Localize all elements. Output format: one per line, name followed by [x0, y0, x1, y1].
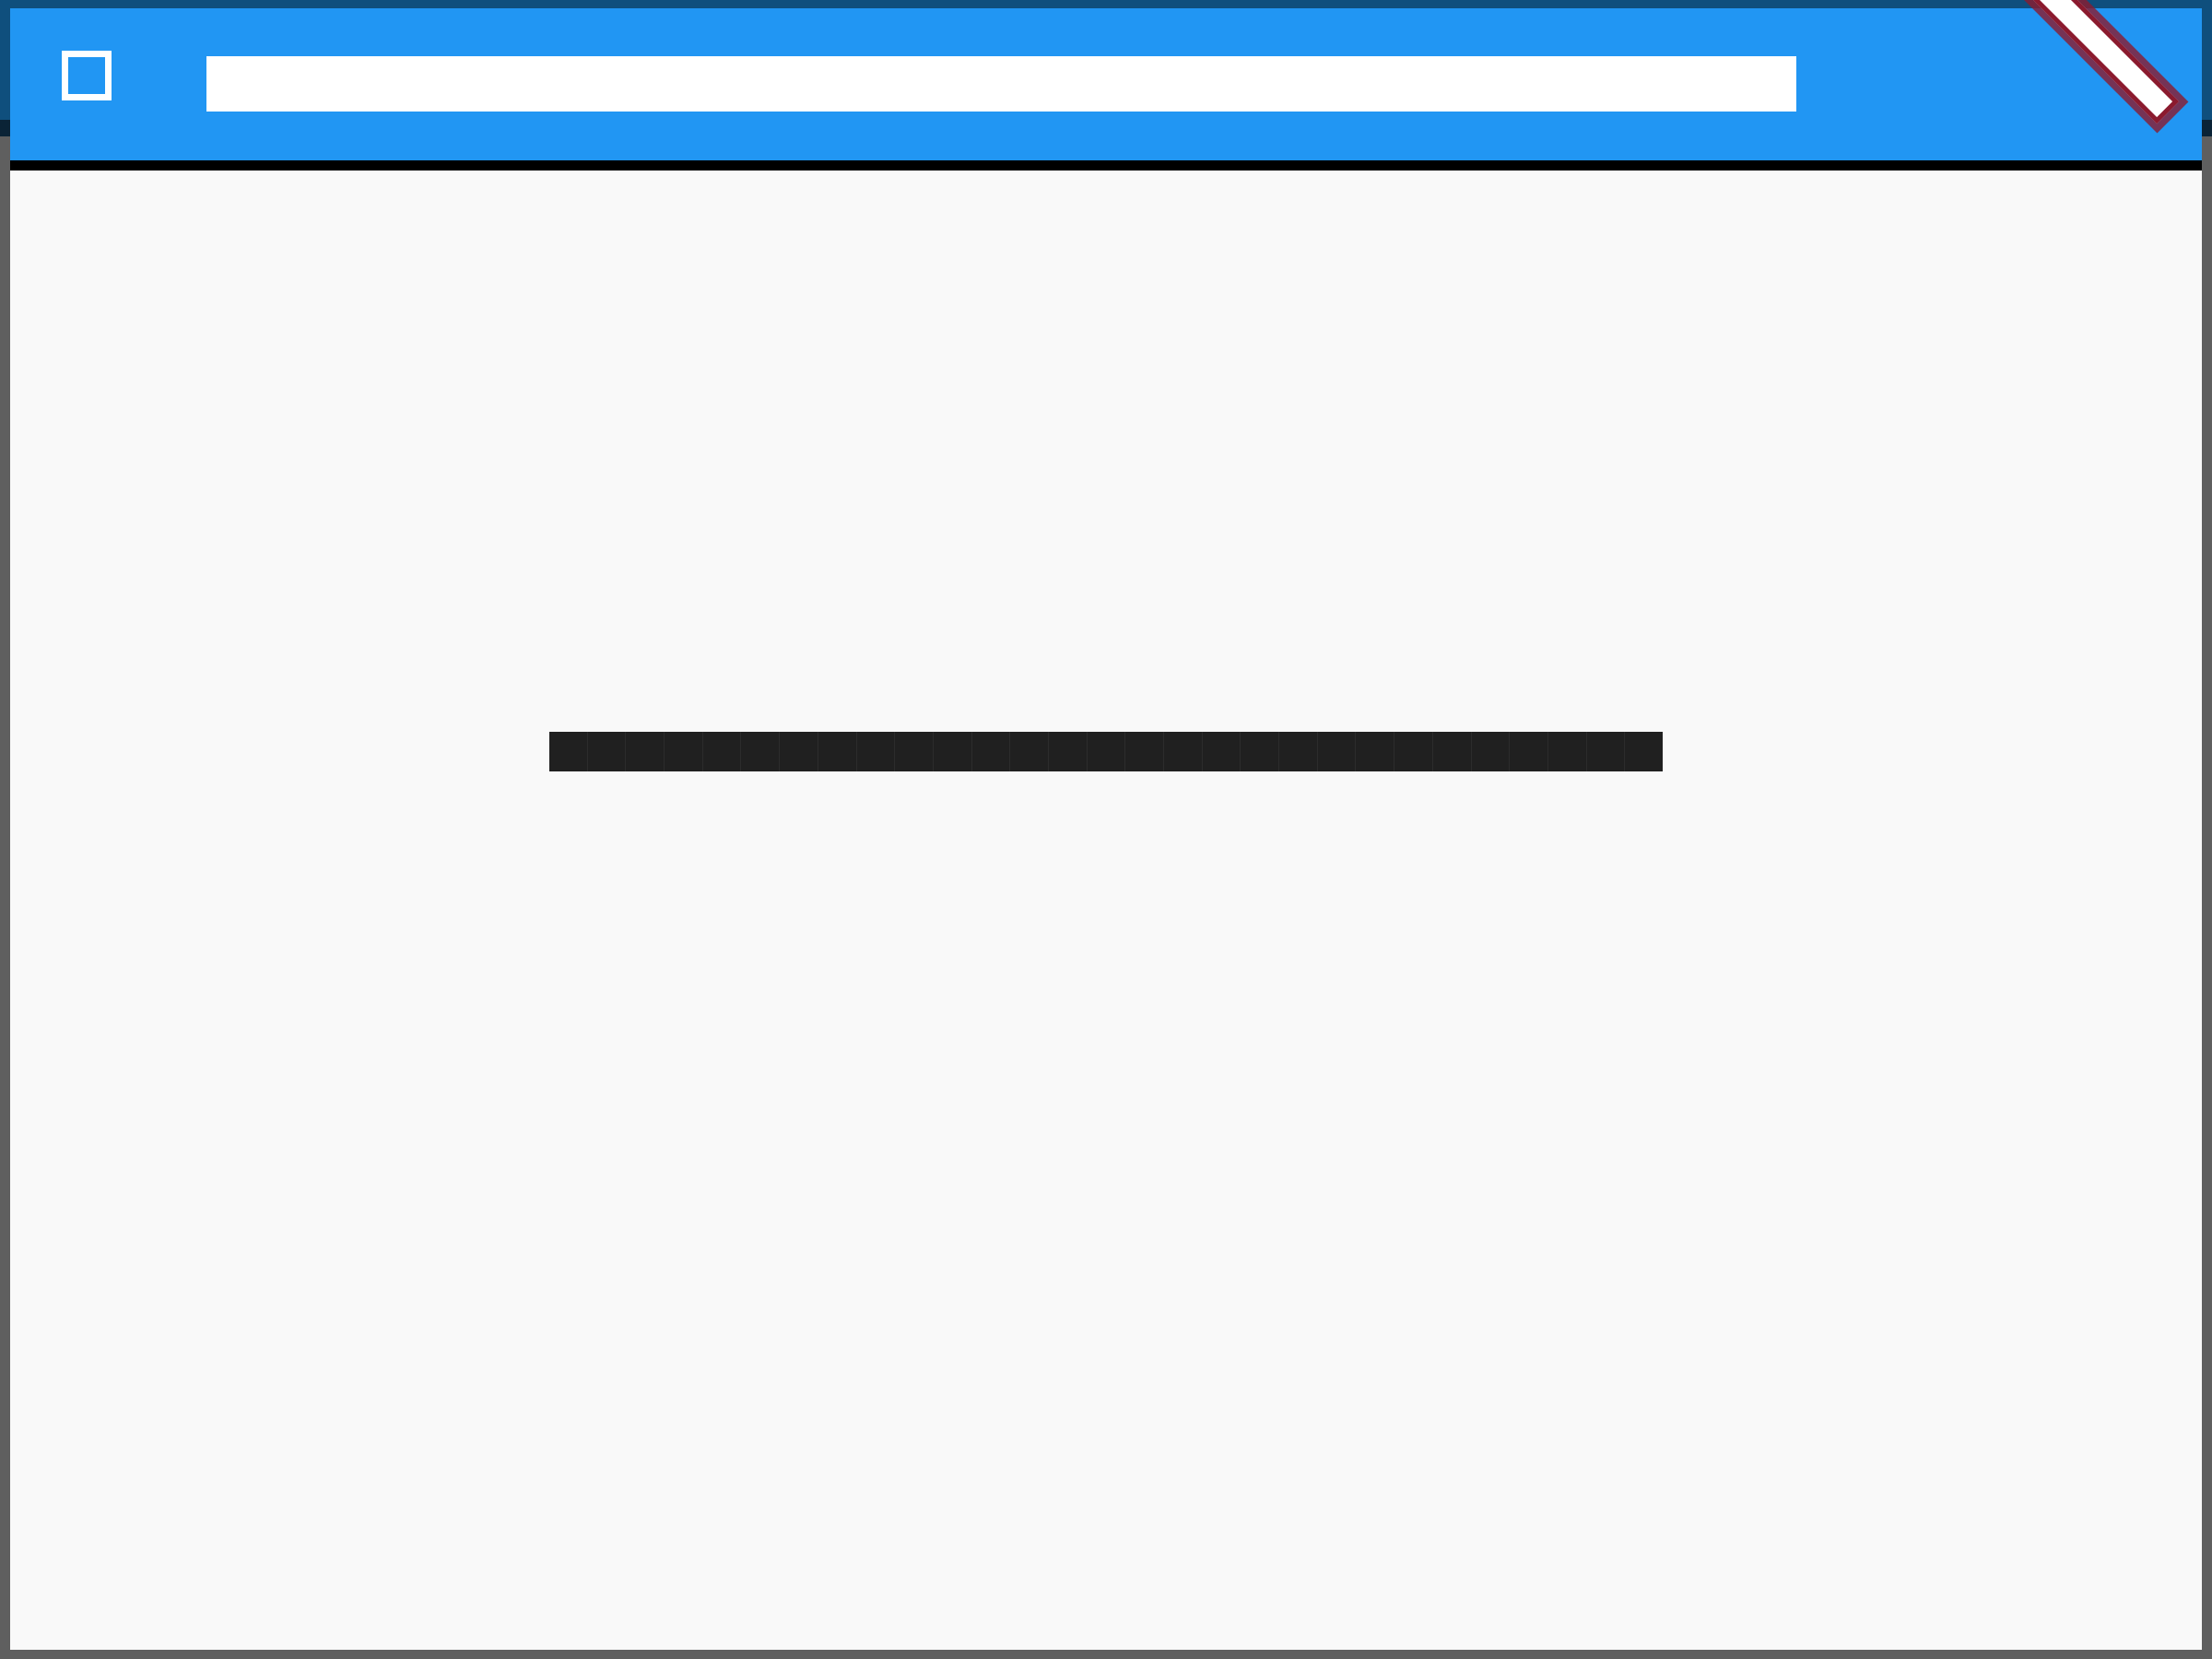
loading-block	[1433, 732, 1472, 771]
loading-block	[1318, 732, 1357, 771]
title-field	[206, 56, 1796, 112]
loading-block	[1164, 732, 1203, 771]
app-bar-divider	[10, 160, 2202, 171]
loading-block	[1356, 732, 1395, 771]
loading-block	[1510, 732, 1548, 771]
loading-indicator	[549, 732, 1663, 771]
loading-block	[1548, 732, 1587, 771]
loading-block	[780, 732, 818, 771]
loading-block	[1472, 732, 1511, 771]
loading-block	[1088, 732, 1126, 771]
loading-block	[703, 732, 742, 771]
loading-block	[1625, 732, 1663, 771]
loading-block	[665, 732, 703, 771]
loading-block	[818, 732, 857, 771]
loading-block	[1394, 732, 1433, 771]
app-window	[10, 8, 2202, 1650]
loading-block	[934, 732, 972, 771]
loading-block	[1125, 732, 1164, 771]
loading-block	[626, 732, 665, 771]
loading-block	[1279, 732, 1318, 771]
loading-block	[1010, 732, 1049, 771]
loading-block	[1203, 732, 1241, 771]
loading-block	[741, 732, 781, 771]
loading-block	[588, 732, 627, 771]
square-outline-icon[interactable]	[62, 51, 112, 100]
loading-block	[1049, 732, 1088, 771]
loading-block	[1587, 732, 1626, 771]
loading-block	[972, 732, 1011, 771]
app-bar	[10, 8, 2202, 160]
loading-block	[895, 732, 934, 771]
loading-block	[1241, 732, 1280, 771]
loading-block	[857, 732, 896, 771]
loading-block	[549, 732, 588, 771]
main-content	[10, 171, 2202, 1650]
